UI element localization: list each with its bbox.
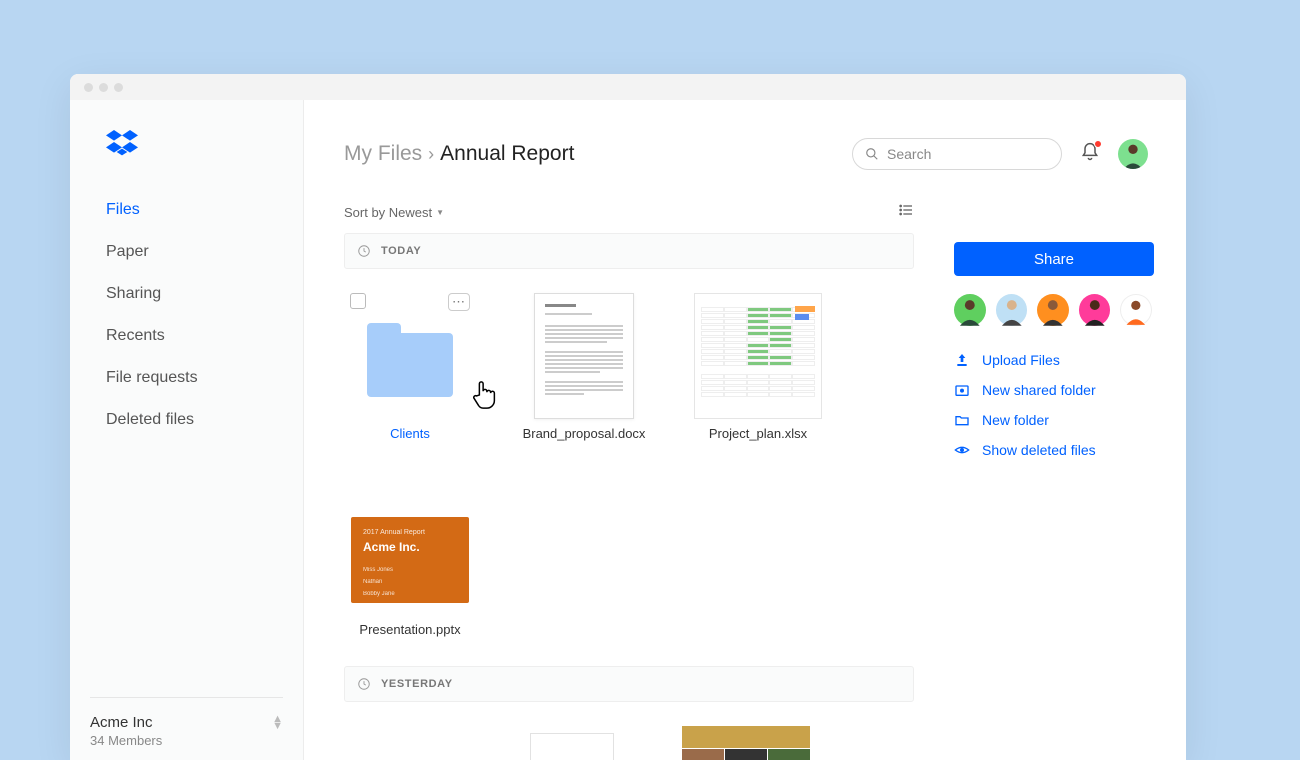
avatar[interactable] xyxy=(954,294,986,326)
eye-icon xyxy=(954,442,970,458)
action-new-folder[interactable]: New folder xyxy=(954,412,1152,428)
shared-folder-icon xyxy=(954,382,970,398)
section-header-yesterday: YESTERDAY xyxy=(344,666,914,702)
breadcrumb-root[interactable]: My Files xyxy=(344,142,422,166)
content: Sort by Newest ▼ TODAY xyxy=(304,170,954,760)
dropbox-logo-icon[interactable] xyxy=(70,128,303,189)
file-grid-today: ⋯ Clients xyxy=(344,269,914,666)
sidebar-nav: Files Paper Sharing Recents File request… xyxy=(70,189,303,441)
right-pane: Share Upload Files xyxy=(954,170,1186,760)
sidebar-footer: Acme Inc ▲▼ 34 Members xyxy=(70,696,303,760)
action-upload-files[interactable]: Upload Files xyxy=(954,352,1152,368)
file-grid-yesterday: Cover_image.jpg Design_mock.sketch xyxy=(344,702,914,760)
file-label: Project_plan.xlsx xyxy=(709,425,807,443)
team-members-label: 34 Members xyxy=(90,733,283,748)
folder-icon xyxy=(367,333,453,397)
notifications-button[interactable] xyxy=(1080,142,1100,167)
sidebar: Files Paper Sharing Recents File request… xyxy=(70,100,304,760)
clock-icon xyxy=(357,244,371,258)
sketch-thumb xyxy=(530,733,614,760)
file-item-psd[interactable]: THE WORLD IS OURS Acme_inc_moodboard.psd xyxy=(682,726,810,760)
presentation-thumb: 2017 Annual Report Acme Inc. Miss Jones … xyxy=(351,517,469,603)
chevron-right-icon: › xyxy=(428,144,434,165)
file-item-doc[interactable]: Brand_proposal.docx xyxy=(520,293,648,443)
file-item-sheet[interactable]: Project_plan.xlsx xyxy=(694,293,822,443)
sidebar-item-recents[interactable]: Recents xyxy=(106,315,303,357)
file-item-folder[interactable]: ⋯ Clients xyxy=(346,293,474,443)
collaborator-avatars xyxy=(954,276,1152,352)
pres-bullet: Nathan xyxy=(363,578,457,586)
breadcrumb-current: Annual Report xyxy=(440,142,574,166)
file-label: Presentation.pptx xyxy=(359,621,460,639)
section-label: YESTERDAY xyxy=(381,678,453,690)
doc-thumb xyxy=(534,293,634,419)
avatar[interactable] xyxy=(996,294,1028,326)
avatar[interactable] xyxy=(1037,294,1069,326)
pres-bullet: Miss Jones xyxy=(363,566,457,574)
window-control-zoom[interactable] xyxy=(114,83,123,92)
file-item-presentation[interactable]: 2017 Annual Report Acme Inc. Miss Jones … xyxy=(346,489,474,639)
team-name-label: Acme Inc xyxy=(90,714,153,731)
sidebar-item-paper[interactable]: Paper xyxy=(106,231,303,273)
file-label: Brand_proposal.docx xyxy=(523,425,646,443)
right-actions: Upload Files New shared folder New folde… xyxy=(954,352,1152,458)
pres-bullet: Bobby Jane xyxy=(363,590,457,598)
avatar[interactable] xyxy=(1079,294,1111,326)
window-control-minimize[interactable] xyxy=(99,83,108,92)
file-item-sketch[interactable]: Design_mock.sketch xyxy=(508,726,636,760)
cursor-hand-icon xyxy=(470,378,500,417)
app-window: Files Paper Sharing Recents File request… xyxy=(70,74,1186,760)
file-label: Clients xyxy=(390,425,430,443)
moodboard-thumb: THE WORLD IS OURS xyxy=(682,726,810,760)
list-icon xyxy=(898,202,914,218)
sidebar-item-file-requests[interactable]: File requests xyxy=(106,357,303,399)
pres-subtitle: 2017 Annual Report xyxy=(363,529,457,536)
action-label: Show deleted files xyxy=(982,442,1096,458)
title-bar xyxy=(70,74,1186,100)
file-item-image[interactable]: Cover_image.jpg xyxy=(334,726,462,760)
view-list-button[interactable] xyxy=(898,202,914,223)
sidebar-item-sharing[interactable]: Sharing xyxy=(106,273,303,315)
file-checkbox[interactable] xyxy=(350,293,366,309)
avatar[interactable] xyxy=(1120,294,1152,326)
sidebar-item-deleted-files[interactable]: Deleted files xyxy=(106,399,303,441)
file-more-button[interactable]: ⋯ xyxy=(448,293,470,311)
sort-label: Sort by Newest xyxy=(344,205,432,220)
section-header-today: TODAY xyxy=(344,233,914,269)
clock-icon xyxy=(357,677,371,691)
selector-arrows-icon: ▲▼ xyxy=(272,716,283,730)
window-control-close[interactable] xyxy=(84,83,93,92)
action-label: New folder xyxy=(982,412,1049,428)
section-label: TODAY xyxy=(381,245,421,257)
search-icon xyxy=(865,147,879,161)
header-tools: Search xyxy=(852,138,1148,170)
breadcrumb: My Files › Annual Report xyxy=(344,142,574,166)
pres-bullet: Joshua James xyxy=(363,603,457,611)
action-label: Upload Files xyxy=(982,352,1060,368)
action-new-shared-folder[interactable]: New shared folder xyxy=(954,382,1152,398)
header: My Files › Annual Report Search xyxy=(304,100,1186,170)
chevron-down-icon: ▼ xyxy=(436,208,444,217)
share-button[interactable]: Share xyxy=(954,242,1154,276)
moodboard-text: THE WORLD IS OURS xyxy=(725,749,767,760)
pres-title: Acme Inc. xyxy=(363,540,457,554)
search-placeholder: Search xyxy=(887,146,931,162)
user-avatar[interactable] xyxy=(1118,139,1148,169)
sidebar-item-files[interactable]: Files xyxy=(106,189,303,231)
notification-badge xyxy=(1094,140,1102,148)
team-selector[interactable]: Acme Inc ▲▼ xyxy=(90,714,283,731)
folder-icon xyxy=(954,412,970,428)
search-input[interactable]: Search xyxy=(852,138,1062,170)
action-show-deleted[interactable]: Show deleted files xyxy=(954,442,1152,458)
upload-icon xyxy=(954,352,970,368)
action-label: New shared folder xyxy=(982,382,1096,398)
sheet-thumb xyxy=(694,293,822,419)
sort-dropdown[interactable]: Sort by Newest ▼ xyxy=(344,205,444,220)
